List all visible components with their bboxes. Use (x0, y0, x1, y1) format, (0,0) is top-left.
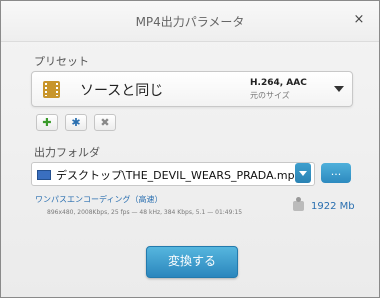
film-icon (43, 81, 60, 98)
remove-preset-button[interactable]: ✖ (94, 114, 116, 131)
preset-codec: H.264, AAC (250, 78, 307, 88)
preset-label: プリセット (34, 55, 89, 68)
add-preset-button[interactable]: ✚ (36, 114, 58, 131)
encoding-details: 896x480, 2008Kbps, 25 fps — 48 kHz, 384 … (47, 209, 243, 216)
browse-button[interactable]: ... (321, 163, 351, 183)
preset-dropdown[interactable]: ソースと同じ H.264, AAC 元のサイズ (31, 71, 353, 107)
convert-button[interactable]: 変換する (146, 246, 238, 278)
close-icon[interactable]: × (351, 12, 367, 28)
preset-settings-button[interactable]: ✱ (65, 114, 87, 131)
title-bar: MP4出力パラメータ × (1, 1, 379, 42)
output-folder-label: 出力フォルダ (34, 146, 100, 159)
preset-name: ソースと同じ (80, 83, 164, 99)
monitor-icon (37, 170, 51, 180)
output-folder-dropdown-button[interactable] (295, 163, 311, 183)
chevron-down-icon (299, 171, 307, 176)
disk-icon (293, 197, 304, 211)
estimated-file-size: 1922 Mb (311, 201, 355, 212)
preset-size-note: 元のサイズ (250, 91, 290, 100)
mp4-parameters-dialog: MP4出力パラメータ × プリセット ソースと同じ H.264, AAC 元のサ… (0, 0, 380, 298)
output-path: デスクトップ\THE_DEVIL_WEARS_PRADA.mp4 (56, 169, 302, 182)
chevron-down-icon (334, 86, 344, 92)
dialog-title: MP4出力パラメータ (135, 15, 245, 29)
encoding-mode-link[interactable]: ワンパスエンコーディング（高速） (35, 194, 162, 205)
output-folder-field[interactable]: デスクトップ\THE_DEVIL_WEARS_PRADA.mp4 (31, 162, 315, 186)
